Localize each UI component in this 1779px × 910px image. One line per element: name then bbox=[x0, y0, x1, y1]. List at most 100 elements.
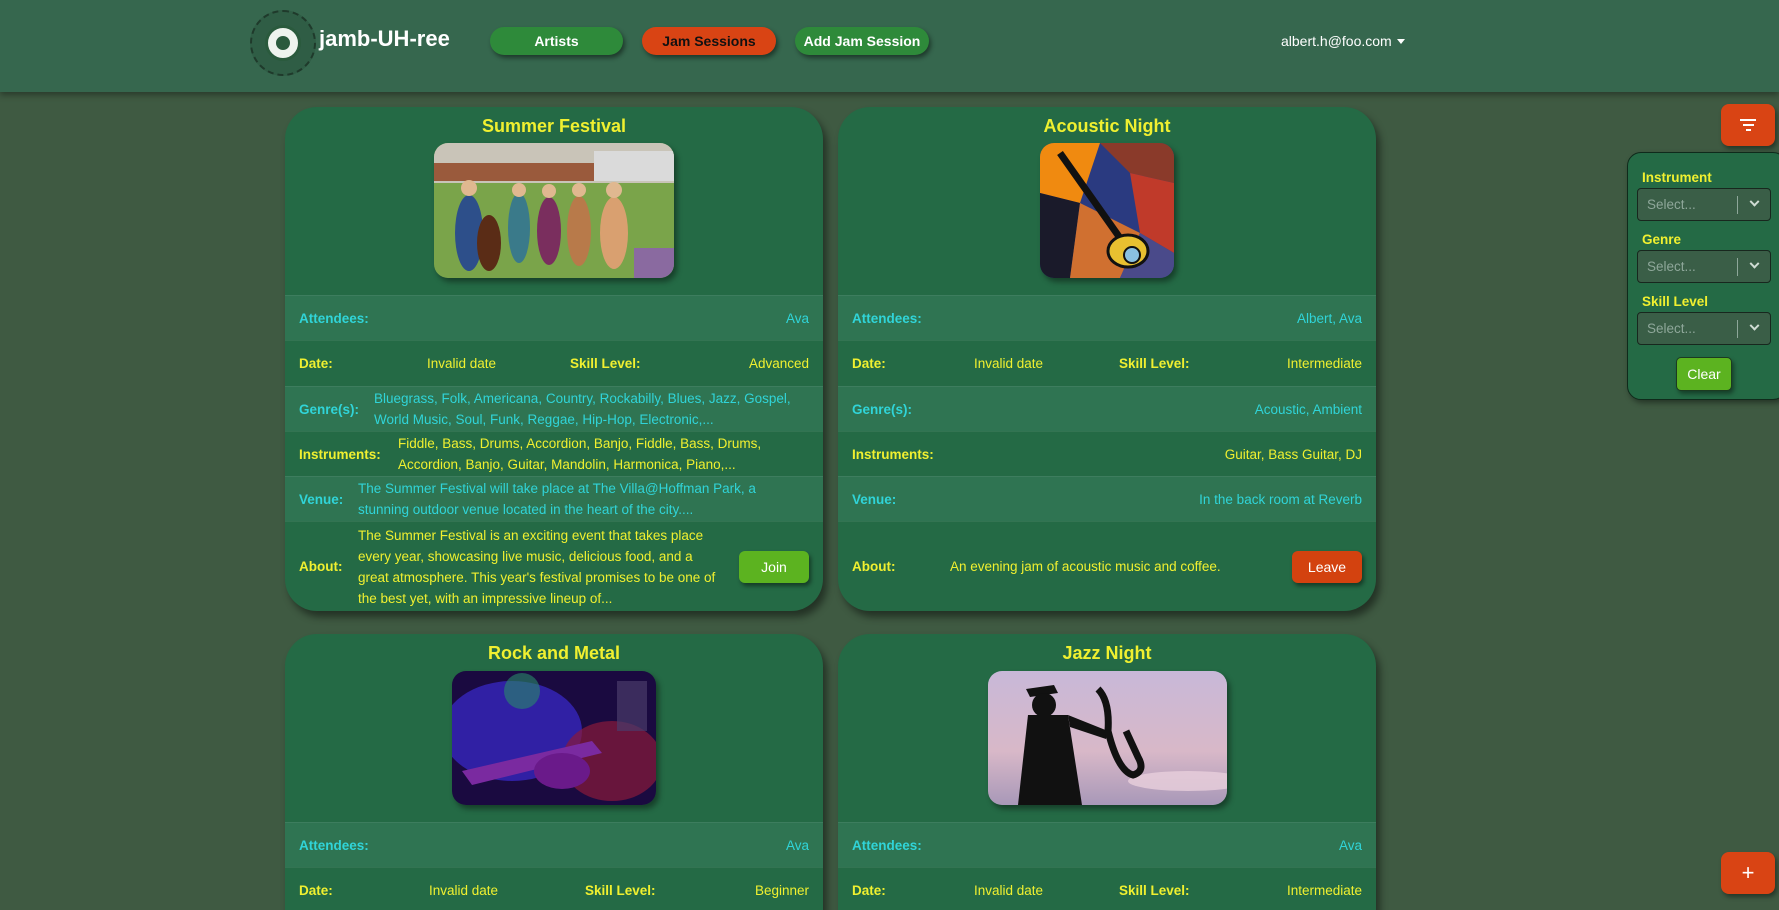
date-skill-row: Date: Invalid date Skill Level: Advanced bbox=[285, 340, 823, 386]
skill-level-value: Advanced bbox=[748, 356, 809, 371]
logo-emblem-icon bbox=[265, 25, 301, 61]
date-label: Date: bbox=[852, 356, 886, 371]
date-skill-row: Date: Invalid date Skill Level: Intermed… bbox=[838, 867, 1376, 910]
attendees-row: Attendees: Ava bbox=[285, 295, 823, 340]
brand-logo[interactable] bbox=[250, 10, 316, 76]
about-label: About: bbox=[852, 559, 896, 574]
user-email: albert.h@foo.com bbox=[1281, 33, 1392, 49]
skill-level-select-placeholder: Select... bbox=[1647, 321, 1696, 336]
brand-name[interactable]: jamb-UH-ree bbox=[319, 26, 450, 52]
venue-label: Venue: bbox=[852, 491, 897, 507]
user-menu-dropdown[interactable]: albert.h@foo.com bbox=[1281, 33, 1405, 49]
instrument-select-placeholder: Select... bbox=[1647, 197, 1696, 212]
instruments-value: Guitar, Bass Guitar, DJ bbox=[1224, 446, 1362, 462]
attendees-value: Ava bbox=[785, 310, 809, 326]
instruments-label: Instruments: bbox=[852, 446, 934, 462]
session-image bbox=[1040, 143, 1174, 278]
venue-label: Venue: bbox=[299, 491, 344, 507]
instrument-filter-label: Instrument bbox=[1642, 170, 1712, 185]
date-value: Invalid date bbox=[427, 356, 497, 371]
date-label: Date: bbox=[299, 883, 333, 898]
about-row: About: The Summer Festival is an excitin… bbox=[285, 521, 823, 611]
attendees-label: Attendees: bbox=[299, 837, 369, 853]
filter-toggle-button[interactable] bbox=[1721, 104, 1775, 146]
skill-level-label: Skill Level: bbox=[1119, 356, 1190, 371]
instruments-row: Instruments: Guitar, Bass Guitar, DJ bbox=[838, 431, 1376, 476]
instruments-row: Instruments: Fiddle, Bass, Drums, Accord… bbox=[285, 431, 823, 476]
date-value: Invalid date bbox=[974, 356, 1044, 371]
session-details: Attendees: Ava Date: Invalid date Skill … bbox=[285, 822, 823, 910]
chevron-down-icon bbox=[1396, 38, 1405, 44]
session-image bbox=[434, 143, 674, 278]
clear-filters-button[interactable]: Clear bbox=[1676, 357, 1732, 391]
skill-level-select[interactable]: Select... bbox=[1637, 312, 1771, 345]
venue-value: In the back room at Reverb bbox=[1199, 491, 1362, 507]
genre-select-placeholder: Select... bbox=[1647, 259, 1696, 274]
skill-level-label: Skill Level: bbox=[1119, 883, 1190, 898]
jam-session-card: Summer Festival Attendees: Ava Date: Inv… bbox=[285, 107, 823, 611]
chevron-down-icon[interactable] bbox=[1738, 258, 1770, 270]
date-skill-row: Date: Invalid date Skill Level: Intermed… bbox=[838, 340, 1376, 386]
attendees-row: Attendees: Albert, Ava bbox=[838, 295, 1376, 340]
filter-icon bbox=[1740, 119, 1756, 121]
filter-panel: Instrument Select... Genre Select... Ski… bbox=[1627, 152, 1779, 400]
nav-add-jam-session-button[interactable]: Add Jam Session bbox=[795, 27, 929, 55]
session-details: Attendees: Ava Date: Invalid date Skill … bbox=[838, 822, 1376, 910]
card-title: Rock and Metal bbox=[487, 643, 621, 663]
instrument-select[interactable]: Select... bbox=[1637, 188, 1771, 221]
genres-row: Genre(s): Bluegrass, Folk, Americana, Co… bbox=[285, 386, 823, 431]
skill-level-value: Beginner bbox=[754, 883, 809, 898]
genre-select[interactable]: Select... bbox=[1637, 250, 1771, 283]
instruments-label: Instruments: bbox=[299, 446, 381, 462]
attendees-label: Attendees: bbox=[299, 310, 369, 326]
instruments-value: Fiddle, Bass, Drums, Accordion, Banjo, F… bbox=[398, 436, 762, 472]
date-label: Date: bbox=[852, 883, 886, 898]
card-title: Jazz Night bbox=[1062, 643, 1152, 663]
venue-value: The Summer Festival will take place at T… bbox=[358, 481, 756, 517]
session-details: Attendees: Ava Date: Invalid date Skill … bbox=[285, 295, 823, 611]
venue-row: Venue: The Summer Festival will take pla… bbox=[285, 476, 823, 521]
genres-label: Genre(s): bbox=[299, 401, 360, 417]
venue-row: Venue: In the back room at Reverb bbox=[838, 476, 1376, 521]
genre-filter-label: Genre bbox=[1642, 232, 1682, 247]
attendees-row: Attendees: Ava bbox=[838, 822, 1376, 867]
jam-session-card: Jazz Night Attendees: Ava Date: Invalid … bbox=[838, 634, 1376, 910]
attendees-value: Albert, Ava bbox=[1296, 310, 1362, 326]
skill-level-value: Intermediate bbox=[1286, 356, 1362, 371]
genres-value: Bluegrass, Folk, Americana, Country, Roc… bbox=[374, 391, 791, 427]
about-value: The Summer Festival is an exciting event… bbox=[358, 527, 716, 606]
date-label: Date: bbox=[299, 356, 333, 371]
about-label: About: bbox=[299, 559, 343, 574]
session-details: Attendees: Albert, Ava Date: Invalid dat… bbox=[838, 295, 1376, 611]
about-row: About: An evening jam of acoustic music … bbox=[838, 521, 1376, 611]
attendees-row: Attendees: Ava bbox=[285, 822, 823, 867]
about-value: An evening jam of acoustic music and cof… bbox=[950, 559, 1221, 574]
chevron-down-icon[interactable] bbox=[1738, 196, 1770, 208]
date-value: Invalid date bbox=[974, 883, 1044, 898]
nav-jam-sessions-button[interactable]: Jam Sessions bbox=[642, 27, 776, 55]
add-session-button[interactable]: + bbox=[1721, 852, 1775, 894]
nav-artists-button[interactable]: Artists bbox=[490, 27, 623, 55]
session-image bbox=[988, 671, 1227, 805]
attendees-value: Ava bbox=[1338, 837, 1362, 853]
join-button[interactable]: Join bbox=[739, 550, 809, 583]
navbar: jamb-UH-ree Artists Jam Sessions Add Jam… bbox=[0, 0, 1779, 92]
attendees-value: Ava bbox=[785, 837, 809, 853]
leave-button[interactable]: Leave bbox=[1292, 550, 1362, 583]
card-title: Acoustic Night bbox=[1043, 116, 1171, 136]
genres-value: Acoustic, Ambient bbox=[1254, 401, 1362, 417]
chevron-down-icon[interactable] bbox=[1738, 320, 1770, 332]
skill-level-label: Skill Level: bbox=[585, 883, 656, 898]
skill-level-filter-label: Skill Level bbox=[1642, 294, 1709, 309]
session-image bbox=[452, 671, 656, 805]
genres-row: Genre(s): Acoustic, Ambient bbox=[838, 386, 1376, 431]
date-value: Invalid date bbox=[429, 883, 499, 898]
attendees-label: Attendees: bbox=[852, 837, 922, 853]
attendees-label: Attendees: bbox=[852, 310, 922, 326]
jam-session-card: Rock and Metal Attendees: Ava Date: Inva… bbox=[285, 634, 823, 910]
genres-label: Genre(s): bbox=[852, 401, 913, 417]
jam-session-card: Acoustic Night Attendees: Albert, Ava Da… bbox=[838, 107, 1376, 611]
skill-level-label: Skill Level: bbox=[570, 356, 641, 371]
card-title: Summer Festival bbox=[481, 116, 627, 136]
date-skill-row: Date: Invalid date Skill Level: Beginner bbox=[285, 867, 823, 910]
